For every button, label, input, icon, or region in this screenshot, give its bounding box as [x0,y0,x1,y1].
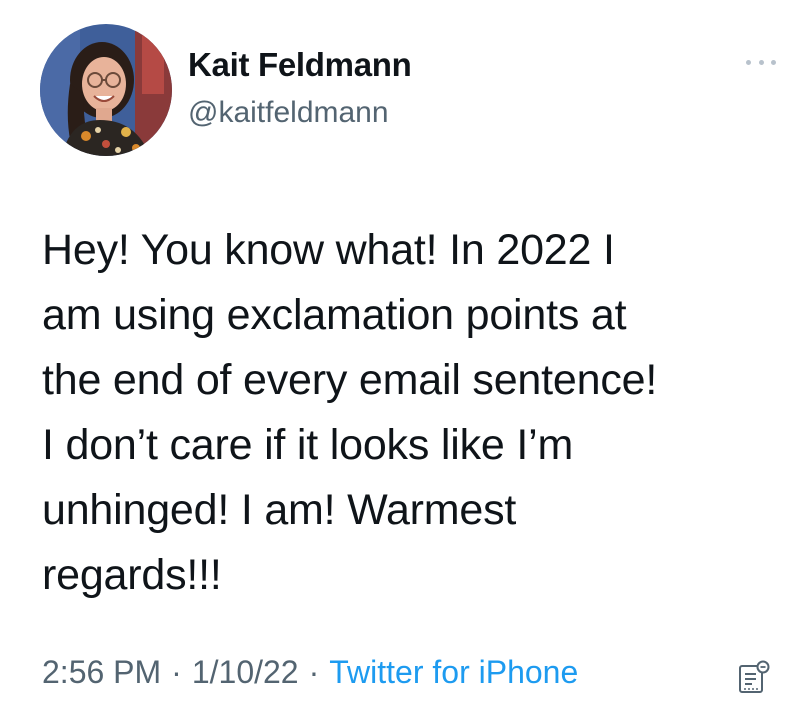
tweet-metadata: 2:56 PM · 1/10/22 · Twitter for iPhone [42,654,578,691]
tweet-source-link[interactable]: Twitter for iPhone [329,654,578,691]
more-dot [758,59,764,65]
more-dot [771,59,776,65]
author-handle[interactable]: @kaitfeldmann [188,96,389,130]
avatar[interactable] [40,24,172,156]
tweet-text: Hey! You know what! In 2022 I am using e… [42,226,658,599]
profile-photo-icon [40,24,172,156]
tweet-date[interactable]: 1/10/22 [192,654,299,691]
analytics-icon[interactable] [738,660,770,694]
more-dot [746,59,751,65]
tweet-time[interactable]: 2:56 PM [42,654,161,691]
author-display-name[interactable]: Kait Feldmann [188,46,412,84]
meta-separator: · [171,654,182,690]
tweet-card: Kait Feldmann @kaitfeldmann Hey! You kno… [0,0,800,711]
meta-separator: · [308,654,320,690]
more-options-icon[interactable] [746,54,776,70]
